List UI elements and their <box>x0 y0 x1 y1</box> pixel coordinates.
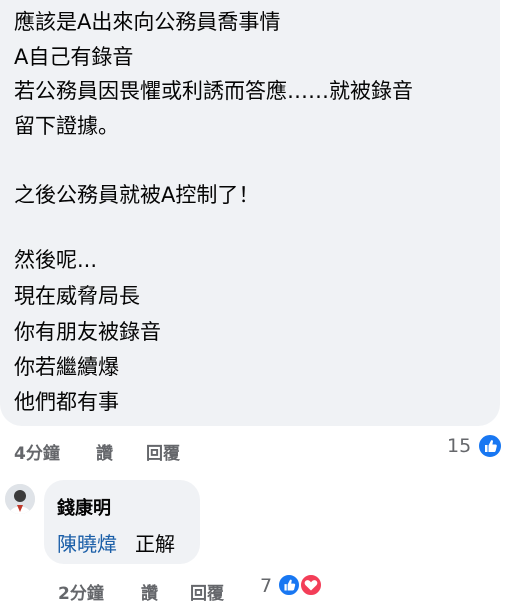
reply-bubble: 錢康明 陳曉煒 正解 <box>44 480 200 564</box>
avatar[interactable] <box>5 484 35 514</box>
comment-line: 你有朋友被錄音 <box>14 320 161 344</box>
reply-like-button[interactable]: 讚 <box>141 579 158 604</box>
reaction-count[interactable]: 15 <box>447 435 471 457</box>
reply-reply-button[interactable]: 回覆 <box>190 579 224 604</box>
comment-line: A自己有錄音 <box>14 45 134 69</box>
comment-line: 然後呢... <box>14 248 98 272</box>
comment-line: 若公務員因畏懼或利誘而答應……就被錄音 <box>14 79 413 103</box>
comment-line: 他們都有事 <box>14 390 119 414</box>
like-button[interactable]: 讚 <box>96 439 113 464</box>
reply-button[interactable]: 回覆 <box>146 439 180 464</box>
comment-timestamp[interactable]: 4分鐘 <box>14 439 60 464</box>
comment-line: 留下證據。 <box>14 114 119 138</box>
love-icon <box>299 573 323 597</box>
like-icon <box>477 433 503 459</box>
like-icon <box>277 573 301 597</box>
reply-mention-link[interactable]: 陳曉煒 <box>57 528 117 557</box>
reply-reaction-count[interactable]: 7 <box>260 575 272 597</box>
comment-bubble: 應該是A出來向公務員喬事情 A自己有錄音 若公務員因畏懼或利誘而答應……就被錄音… <box>0 0 500 426</box>
comment-line: 現在威脅局長 <box>14 284 140 308</box>
reply-timestamp[interactable]: 2分鐘 <box>58 579 104 604</box>
comment-line: 你若繼續爆 <box>14 355 119 379</box>
comment-line: 之後公務員就被A控制了！ <box>14 183 260 207</box>
reply-author-name[interactable]: 錢康明 <box>57 494 111 520</box>
reply-text: 正解 <box>135 532 175 556</box>
comment-line: 應該是A出來向公務員喬事情 <box>14 10 281 34</box>
